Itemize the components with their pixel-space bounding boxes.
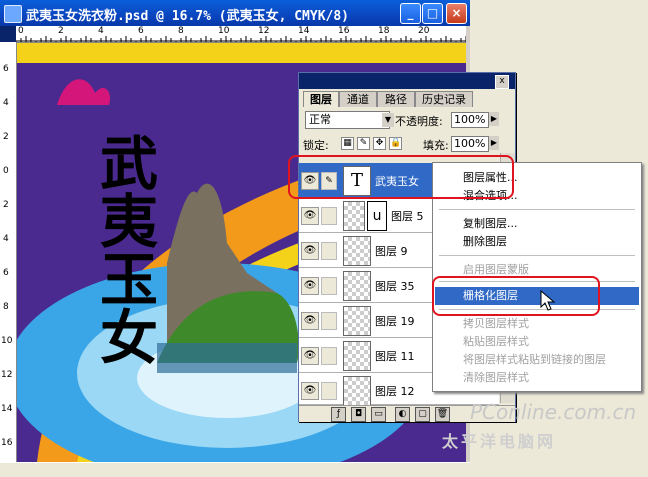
watermark-name: 太平洋电脑网 [442, 432, 557, 451]
ruler-label: 0 [18, 26, 24, 36]
river [157, 343, 297, 373]
visibility-eye-icon[interactable]: 👁 [301, 207, 319, 225]
link-icon[interactable] [321, 382, 337, 400]
highlight-box-rasterize [432, 276, 600, 316]
fill-arrow-icon[interactable]: ▶ [489, 136, 499, 150]
link-icon[interactable] [321, 207, 337, 225]
layer-name: 图层 11 [375, 350, 415, 363]
visibility-eye-icon[interactable]: 👁 [301, 312, 319, 330]
blend-mode-select[interactable]: 正常 ▼ [305, 111, 394, 129]
chevron-down-icon[interactable]: ▼ [382, 113, 394, 127]
highlight-box-text-layer [288, 155, 514, 199]
lock-all-icon[interactable]: 🔒 [389, 137, 402, 150]
watermark-site: PConline.com.cn [470, 400, 637, 424]
layer-name: 图层 5 [391, 210, 424, 223]
ruler-label: 2 [3, 132, 9, 142]
trash-icon[interactable]: 🗑 [435, 407, 450, 422]
ruler-label: 12 [258, 26, 270, 36]
ruler-label: 20 [418, 26, 430, 36]
lock-label: 锁定: [303, 139, 329, 152]
ruler-label: 6 [3, 268, 9, 278]
palette-title-bar[interactable]: x [299, 73, 515, 89]
tab-layers[interactable]: 图层 [303, 91, 339, 107]
brand-text: 武夷玉女 [90, 133, 158, 365]
link-icon[interactable] [321, 277, 337, 295]
menu-item-paste-style-linked: 将图层样式粘贴到链接的图层 [463, 353, 606, 366]
menu-item-delete-layer[interactable]: 删除图层 [435, 233, 639, 251]
horizontal-ruler[interactable]: 0 2 4 6 8 10 12 14 16 18 20 [15, 26, 467, 43]
layer-name: 图层 9 [375, 245, 408, 258]
lock-paint-icon[interactable]: ✎ [357, 137, 370, 150]
ruler-label: 14 [1, 404, 13, 414]
ruler-label: 2 [3, 200, 9, 210]
link-icon[interactable] [321, 312, 337, 330]
link-icon[interactable] [321, 347, 337, 365]
ruler-label: 2 [58, 26, 64, 36]
layer-style-icon[interactable]: ƒ [331, 407, 346, 422]
ruler-label: 4 [3, 234, 9, 244]
menu-item-paste-layer-style: 粘贴图层样式 [463, 335, 529, 348]
lock-move-icon[interactable]: ✥ [373, 137, 386, 150]
menu-item-clear-layer-style: 清除图层样式 [463, 371, 529, 384]
visibility-eye-icon[interactable]: 👁 [301, 277, 319, 295]
adjustment-layer-icon[interactable]: ◐ [395, 407, 410, 422]
status-bar [0, 462, 470, 477]
new-set-icon[interactable]: ▭ [371, 407, 386, 422]
ruler-label: 8 [3, 302, 9, 312]
ruler-label: 14 [298, 26, 310, 36]
opacity-input[interactable]: 100% [451, 112, 489, 128]
tab-history[interactable]: 历史记录 [415, 91, 473, 107]
logo-shape [57, 79, 111, 105]
tab-channels[interactable]: 通道 [339, 91, 377, 107]
layer-thumbnail [343, 306, 371, 336]
opacity-arrow-icon[interactable]: ▶ [489, 112, 499, 126]
ruler-label: 18 [378, 26, 390, 36]
new-layer-icon[interactable]: ▢ [415, 407, 430, 422]
link-icon[interactable] [321, 242, 337, 260]
ruler-label: 12 [1, 370, 13, 380]
ruler-label: 10 [218, 26, 230, 36]
menu-separator [439, 255, 635, 256]
window-title: 武夷玉女洗衣粉.psd @ 16.7% (武夷玉女, CMYK/8) [26, 9, 350, 24]
menu-separator [439, 209, 635, 210]
layer-name: 图层 12 [375, 385, 415, 398]
layer-mask-thumbnail: u [367, 201, 387, 231]
visibility-eye-icon[interactable]: 👁 [301, 347, 319, 365]
ruler-label: 8 [178, 26, 184, 36]
layer-thumbnail [343, 271, 371, 301]
fill-label: 填充: [423, 139, 449, 152]
ruler-label: 6 [138, 26, 144, 36]
menu-item-copy-layer-style: 拷贝图层样式 [463, 317, 529, 330]
layer-thumbnail [343, 376, 371, 406]
ruler-label: 16 [1, 438, 13, 448]
photoshop-doc-icon [4, 5, 22, 23]
horizontal-ruler-ticks [15, 36, 467, 42]
vertical-ruler[interactable]: 6 4 2 0 2 4 6 8 10 12 14 16 [0, 42, 17, 462]
minimize-button[interactable]: _ [400, 3, 421, 24]
ruler-label: 6 [3, 64, 9, 74]
title-bar[interactable]: 武夷玉女洗衣粉.psd @ 16.7% (武夷玉女, CMYK/8) _ □ × [0, 0, 470, 26]
ruler-label: 10 [1, 336, 13, 346]
layer-thumbnail [343, 341, 371, 371]
palette-close-button[interactable]: x [495, 75, 509, 89]
layer-name: 图层 35 [375, 280, 415, 293]
menu-item-duplicate-layer[interactable]: 复制图层... [435, 215, 639, 233]
visibility-eye-icon[interactable]: 👁 [301, 382, 319, 400]
opacity-label: 不透明度: [395, 115, 443, 128]
close-button[interactable]: × [446, 3, 467, 24]
fill-input[interactable]: 100% [451, 136, 489, 152]
layer-name: 图层 19 [375, 315, 415, 328]
maximize-button[interactable]: □ [422, 3, 443, 24]
blend-mode-value: 正常 [309, 113, 331, 126]
layer-thumbnail [343, 236, 371, 266]
ruler-label: 16 [338, 26, 350, 36]
layer-thumbnail [343, 201, 365, 231]
ruler-label: 0 [3, 166, 9, 176]
ruler-label: 4 [98, 26, 104, 36]
visibility-eye-icon[interactable]: 👁 [301, 242, 319, 260]
ruler-label: 4 [3, 98, 9, 108]
add-mask-icon[interactable]: ◘ [351, 407, 366, 422]
tab-paths[interactable]: 路径 [377, 91, 415, 107]
lock-transparency-icon[interactable]: ▦ [341, 137, 354, 150]
